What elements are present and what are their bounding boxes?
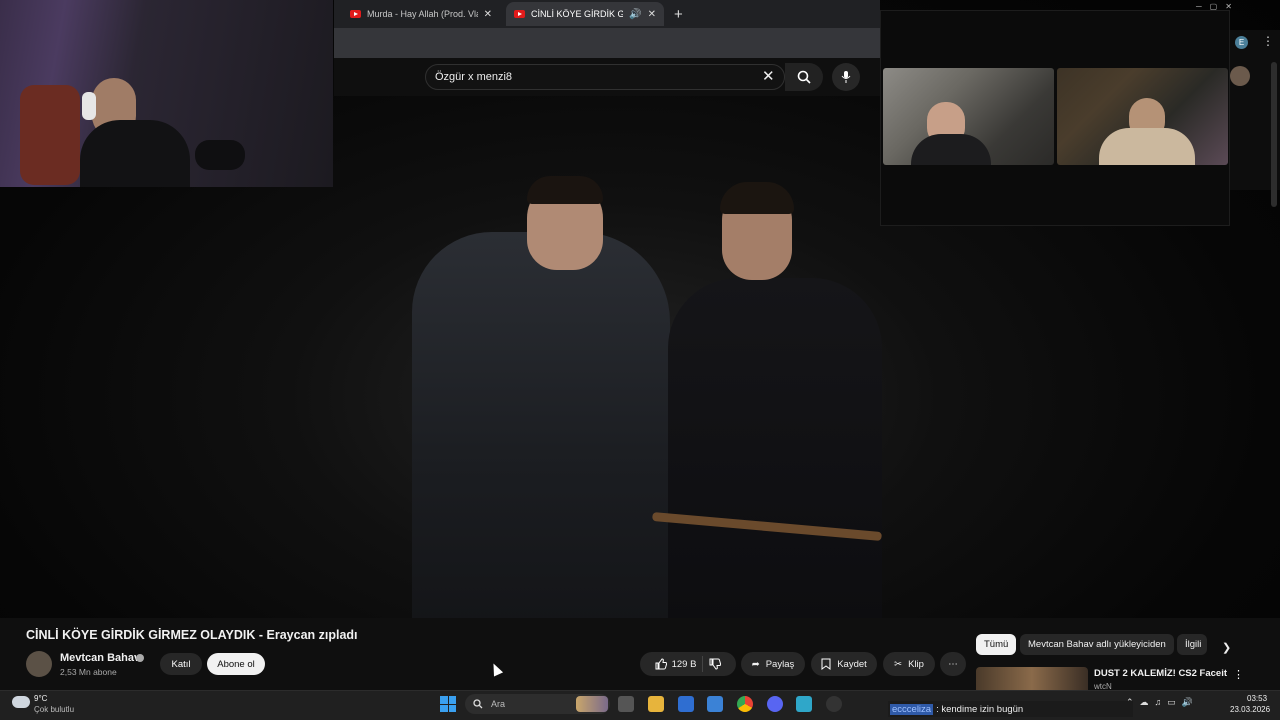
more-icon: ⋯ bbox=[948, 658, 958, 670]
store-icon[interactable] bbox=[678, 696, 694, 712]
channel-avatar[interactable] bbox=[26, 651, 52, 677]
weather-temperature[interactable]: 9°C bbox=[34, 694, 47, 703]
weather-description[interactable]: Çok bulutlu bbox=[34, 705, 74, 714]
chat-username: eccceliza bbox=[890, 703, 934, 715]
join-button[interactable]: Katıl bbox=[160, 653, 202, 675]
browser-menu-icon[interactable]: ⋮ bbox=[1262, 34, 1274, 48]
person-right-hair bbox=[720, 182, 794, 214]
share-button[interactable]: ➦ Paylaş bbox=[741, 652, 805, 676]
system-tray-icons[interactable]: ⌃☁♫▭🔊 bbox=[1126, 697, 1199, 708]
close-icon[interactable]: ✕ bbox=[484, 9, 492, 20]
chip-all[interactable]: Tümü bbox=[976, 634, 1017, 655]
search-icon bbox=[797, 70, 811, 84]
browser-tab-2[interactable]: CİNLİ KÖYE GİRDİK GİRMEZ OL 🔊 ✕ bbox=[506, 2, 664, 26]
scissors-icon: ✂ bbox=[894, 658, 903, 670]
video-title: CİNLİ KÖYE GİRDİK GİRMEZ OLAYDIK - Erayc… bbox=[26, 628, 358, 642]
outlook-icon[interactable] bbox=[707, 696, 723, 712]
like-dislike-group: 129 B bbox=[640, 652, 736, 676]
person-right-body bbox=[668, 278, 882, 622]
participant-blanket bbox=[1099, 128, 1195, 165]
speaker-icon[interactable]: 🔊 bbox=[629, 9, 641, 20]
streamer-body bbox=[80, 120, 190, 187]
thumbs-up-icon bbox=[655, 658, 667, 670]
chip-related[interactable]: İlgili bbox=[1177, 634, 1207, 655]
browser-tab-1[interactable]: Murda - Hay Allah (Prod. Vlado ✕ bbox=[342, 2, 500, 26]
recommendation-title[interactable]: DUST 2 KALEMİZ! CS2 Faceit bbox=[1094, 668, 1227, 679]
address-bar[interactable] bbox=[334, 28, 880, 58]
task-view-icon[interactable] bbox=[618, 696, 634, 712]
recommendation-menu-icon[interactable]: ⋮ bbox=[1233, 668, 1244, 681]
tab-label: CİNLİ KÖYE GİRDİK GİRMEZ OL bbox=[531, 9, 624, 19]
taskbar-search-placeholder: Ara bbox=[491, 699, 506, 709]
participant-body bbox=[911, 134, 991, 165]
bookmark-icon bbox=[821, 658, 831, 670]
chrome-icon[interactable] bbox=[737, 696, 753, 712]
search-input[interactable]: Özgür x menzi8 bbox=[425, 64, 785, 90]
tab-label: Murda - Hay Allah (Prod. Vlado bbox=[367, 9, 478, 19]
microphone-icon bbox=[841, 71, 851, 83]
divider bbox=[702, 656, 704, 672]
clock-time[interactable]: 03:53 bbox=[1247, 694, 1267, 703]
thumbs-down-icon[interactable] bbox=[709, 658, 722, 670]
account-avatar[interactable] bbox=[1230, 66, 1250, 86]
search-button[interactable] bbox=[785, 63, 823, 91]
recommendation-thumbnail[interactable] bbox=[976, 667, 1088, 690]
file-explorer-icon[interactable] bbox=[648, 696, 664, 712]
headphones-icon bbox=[82, 92, 96, 120]
participant-cam-2 bbox=[1057, 68, 1228, 165]
chip-uploader[interactable]: Mevtcan Bahav adlı yükleyiciden bbox=[1020, 634, 1174, 655]
participant-cam-1 bbox=[883, 68, 1054, 165]
channel-name[interactable]: Mevtcan Bahav bbox=[60, 652, 140, 664]
person-left-hair bbox=[527, 176, 603, 204]
start-button[interactable] bbox=[440, 696, 456, 712]
windows-logo-tile bbox=[440, 704, 448, 712]
youtube-icon bbox=[514, 10, 525, 18]
verified-icon bbox=[136, 654, 144, 662]
youtube-icon bbox=[350, 10, 361, 18]
discord-icon[interactable] bbox=[767, 696, 783, 712]
chat-message: : kendime izin bugün bbox=[936, 703, 1024, 715]
streamer-webcam bbox=[0, 0, 333, 187]
obs-icon[interactable] bbox=[826, 696, 842, 712]
windows-logo-tile bbox=[440, 696, 448, 704]
new-tab-button[interactable]: + bbox=[674, 6, 683, 23]
person-left-body bbox=[412, 232, 670, 622]
chat-overlay: eccceliza : kendime izin bugün bbox=[888, 701, 1133, 717]
search-highlight-image bbox=[576, 696, 608, 712]
window-controls[interactable]: ─▢✕ bbox=[1196, 2, 1240, 11]
like-button[interactable]: 129 B bbox=[655, 658, 697, 670]
windows-logo-tile bbox=[448, 704, 456, 712]
windows-logo-tile bbox=[448, 696, 456, 704]
notepad-icon[interactable] bbox=[796, 696, 812, 712]
search-icon bbox=[473, 699, 483, 709]
gaming-chair bbox=[20, 85, 80, 185]
clip-label: Klip bbox=[908, 658, 924, 670]
save-button[interactable]: Kaydet bbox=[811, 652, 877, 676]
share-label: Paylaş bbox=[765, 658, 795, 670]
profile-avatar[interactable]: E bbox=[1235, 36, 1248, 49]
browser-tab-bar: Murda - Hay Allah (Prod. Vlado ✕ CİNLİ K… bbox=[334, 0, 880, 28]
voice-search-button[interactable] bbox=[832, 63, 860, 91]
more-actions-button[interactable]: ⋯ bbox=[940, 652, 966, 676]
recommendation-channel: wtcN bbox=[1094, 682, 1112, 690]
cloud-icon[interactable] bbox=[12, 696, 30, 708]
microphone-icon bbox=[195, 140, 245, 170]
share-icon: ➦ bbox=[751, 658, 760, 670]
subscriber-count: 2,53 Mn abone bbox=[60, 667, 117, 677]
subscribe-button[interactable]: Abone ol bbox=[207, 653, 265, 675]
clock-date[interactable]: 23.03.2026 bbox=[1230, 705, 1270, 714]
chevron-right-icon[interactable]: ❯ bbox=[1222, 641, 1231, 654]
search-query: Özgür x menzi8 bbox=[435, 71, 513, 83]
close-icon[interactable]: ✕ bbox=[648, 9, 656, 20]
like-count: 129 B bbox=[671, 658, 697, 670]
clip-button[interactable]: ✂ Klip bbox=[883, 652, 935, 676]
scrollbar[interactable] bbox=[1271, 62, 1277, 207]
save-label: Kaydet bbox=[837, 658, 867, 670]
clear-search-icon[interactable]: ✕ bbox=[762, 67, 775, 85]
